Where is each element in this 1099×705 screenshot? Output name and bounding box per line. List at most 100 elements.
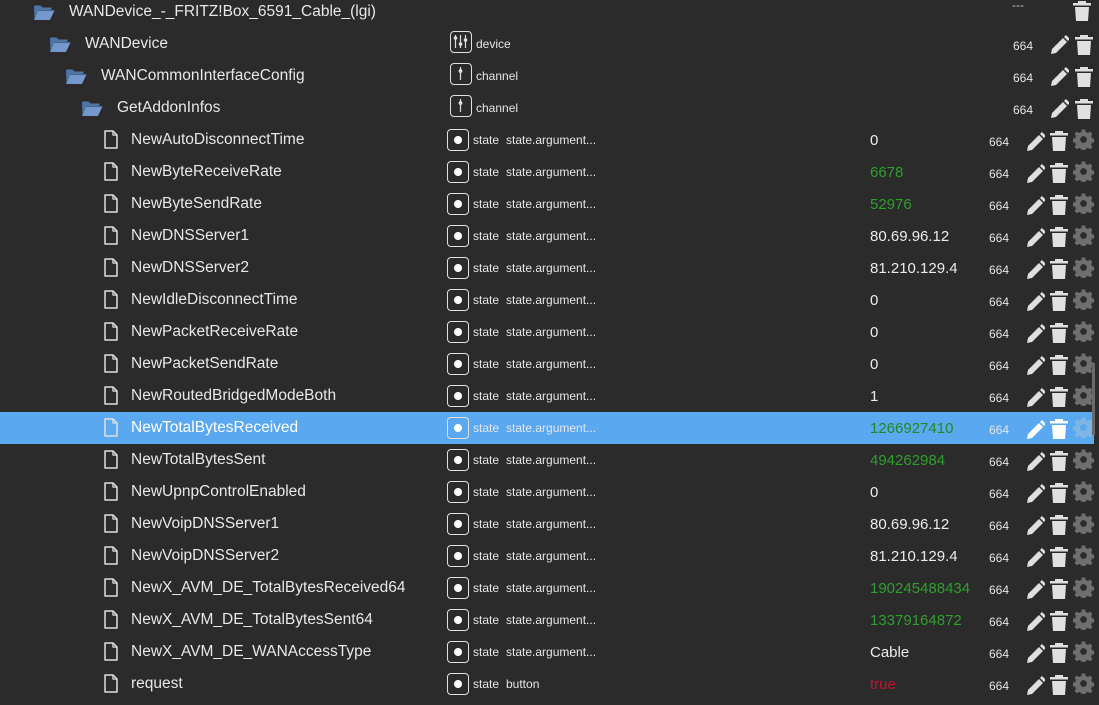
gear-icon[interactable]: [1073, 193, 1094, 214]
tree-row-state[interactable]: NewByteReceiveRate state state.argument...…: [0, 156, 1099, 188]
tree-row-state[interactable]: NewByteSendRate state state.argument... 529…: [0, 188, 1099, 220]
gear-icon[interactable]: [1073, 129, 1094, 150]
delete-button[interactable]: [1049, 482, 1069, 504]
edit-button[interactable]: [1025, 515, 1045, 537]
tree-row-state[interactable]: NewX_AVM_DE_WANAccessType state state.argu…: [0, 636, 1099, 668]
edit-button[interactable]: [1025, 259, 1045, 281]
state-value[interactable]: 6678: [870, 164, 903, 181]
state-value[interactable]: true: [870, 676, 896, 693]
state-value[interactable]: 494262984: [870, 452, 945, 469]
tree-row-state[interactable]: NewPacketReceiveRate state state.argument.…: [0, 316, 1099, 348]
state-value[interactable]: 80.69.96.12: [870, 228, 949, 245]
gear-icon[interactable]: [1073, 481, 1094, 502]
gear-icon[interactable]: [1073, 385, 1094, 406]
tree-row-state[interactable]: NewTotalBytesSent state state.argument... 4…: [0, 444, 1099, 476]
tree-row-state[interactable]: NewRoutedBridgedModeBoth state state.argum…: [0, 380, 1099, 412]
tree-row-device[interactable]: WANDevice device 664: [0, 28, 1099, 60]
gear-icon[interactable]: [1073, 449, 1094, 470]
state-value[interactable]: 0: [870, 484, 878, 501]
delete-button[interactable]: [1072, 0, 1092, 22]
delete-button[interactable]: [1049, 450, 1069, 472]
folder-open-icon[interactable]: [33, 2, 55, 22]
folder-open-icon[interactable]: [65, 66, 87, 86]
tree-row-state[interactable]: NewUpnpControlEnabled state state.argument…: [0, 476, 1099, 508]
tree-row-state[interactable]: NewPacketSendRate state state.argument... 0…: [0, 348, 1099, 380]
edit-button[interactable]: [1025, 195, 1045, 217]
delete-button[interactable]: [1049, 290, 1069, 312]
gear-icon[interactable]: [1073, 673, 1094, 694]
delete-button[interactable]: [1049, 418, 1069, 440]
delete-button[interactable]: [1049, 514, 1069, 536]
tree-row-state[interactable]: NewTotalBytesReceived state state.argument…: [0, 412, 1094, 444]
delete-button[interactable]: [1049, 642, 1069, 664]
edit-button[interactable]: [1025, 163, 1045, 185]
edit-button[interactable]: [1025, 675, 1045, 697]
delete-button[interactable]: [1074, 66, 1094, 88]
tree-row-state[interactable]: NewAutoDisconnectTime state state.argument…: [0, 124, 1099, 156]
edit-button[interactable]: [1025, 387, 1045, 409]
folder-open-icon[interactable]: [49, 34, 71, 54]
tree-row-channel[interactable]: WANCommonInterfaceConfig channel 664: [0, 60, 1099, 92]
delete-button[interactable]: [1049, 354, 1069, 376]
edit-button[interactable]: [1025, 227, 1045, 249]
edit-button[interactable]: [1025, 579, 1045, 601]
state-value[interactable]: 1266927410: [870, 420, 953, 437]
tree-row-root[interactable]: WANDevice_-_FRITZ!Box_6591_Cable_(lgi) --…: [0, 0, 1099, 28]
state-value[interactable]: 0: [870, 132, 878, 149]
gear-icon[interactable]: [1073, 417, 1094, 438]
state-value[interactable]: 80.69.96.12: [870, 516, 949, 533]
edit-button[interactable]: [1025, 643, 1045, 665]
gear-icon[interactable]: [1073, 545, 1094, 566]
edit-button[interactable]: [1025, 419, 1045, 441]
tree-row-channel[interactable]: GetAddonInfos channel 664: [0, 92, 1099, 124]
edit-button[interactable]: [1025, 451, 1045, 473]
delete-button[interactable]: [1049, 194, 1069, 216]
edit-button[interactable]: [1025, 131, 1045, 153]
delete-button[interactable]: [1049, 386, 1069, 408]
state-value[interactable]: 13379164872: [870, 612, 962, 629]
delete-button[interactable]: [1049, 322, 1069, 344]
gear-icon[interactable]: [1073, 513, 1094, 534]
edit-button[interactable]: [1049, 98, 1069, 120]
state-value[interactable]: 0: [870, 324, 878, 341]
state-value[interactable]: 81.210.129.4: [870, 548, 958, 565]
tree-row-state[interactable]: NewX_AVM_DE_TotalBytesSent64 state state.a…: [0, 604, 1099, 636]
delete-button[interactable]: [1074, 98, 1094, 120]
edit-button[interactable]: [1025, 547, 1045, 569]
gear-icon[interactable]: [1073, 225, 1094, 246]
tree-row-state[interactable]: NewX_AVM_DE_TotalBytesReceived64 state sta…: [0, 572, 1099, 604]
gear-icon[interactable]: [1073, 353, 1094, 374]
state-value[interactable]: 0: [870, 292, 878, 309]
delete-button[interactable]: [1049, 130, 1069, 152]
delete-button[interactable]: [1049, 546, 1069, 568]
edit-button[interactable]: [1025, 483, 1045, 505]
delete-button[interactable]: [1049, 578, 1069, 600]
delete-button[interactable]: [1049, 162, 1069, 184]
edit-button[interactable]: [1025, 611, 1045, 633]
folder-open-icon[interactable]: [81, 98, 103, 118]
edit-button[interactable]: [1025, 323, 1045, 345]
tree-row-state[interactable]: NewDNSServer2 state state.argument... 81.21…: [0, 252, 1099, 284]
gear-icon[interactable]: [1073, 609, 1094, 630]
gear-icon[interactable]: [1073, 289, 1094, 310]
tree-row-state[interactable]: NewVoipDNSServer2 state state.argument... 8…: [0, 540, 1099, 572]
edit-button[interactable]: [1049, 34, 1069, 56]
gear-icon[interactable]: [1073, 321, 1094, 342]
state-value[interactable]: Cable: [870, 644, 909, 661]
tree-row-state[interactable]: NewDNSServer1 state state.argument... 80.69…: [0, 220, 1099, 252]
state-value[interactable]: 190245488434: [870, 580, 970, 597]
delete-button[interactable]: [1049, 258, 1069, 280]
tree-row-state[interactable]: NewVoipDNSServer1 state state.argument... 8…: [0, 508, 1099, 540]
edit-button[interactable]: [1025, 291, 1045, 313]
tree-row-state[interactable]: request state button true 664: [0, 668, 1099, 700]
delete-button[interactable]: [1049, 226, 1069, 248]
delete-button[interactable]: [1049, 674, 1069, 696]
tree-row-state[interactable]: NewIdleDisconnectTime state state.argument…: [0, 284, 1099, 316]
state-value[interactable]: 52976: [870, 196, 912, 213]
gear-icon[interactable]: [1073, 577, 1094, 598]
delete-button[interactable]: [1049, 610, 1069, 632]
delete-button[interactable]: [1074, 34, 1094, 56]
gear-icon[interactable]: [1073, 161, 1094, 182]
state-value[interactable]: 81.210.129.4: [870, 260, 958, 277]
state-value[interactable]: 1: [870, 388, 878, 405]
